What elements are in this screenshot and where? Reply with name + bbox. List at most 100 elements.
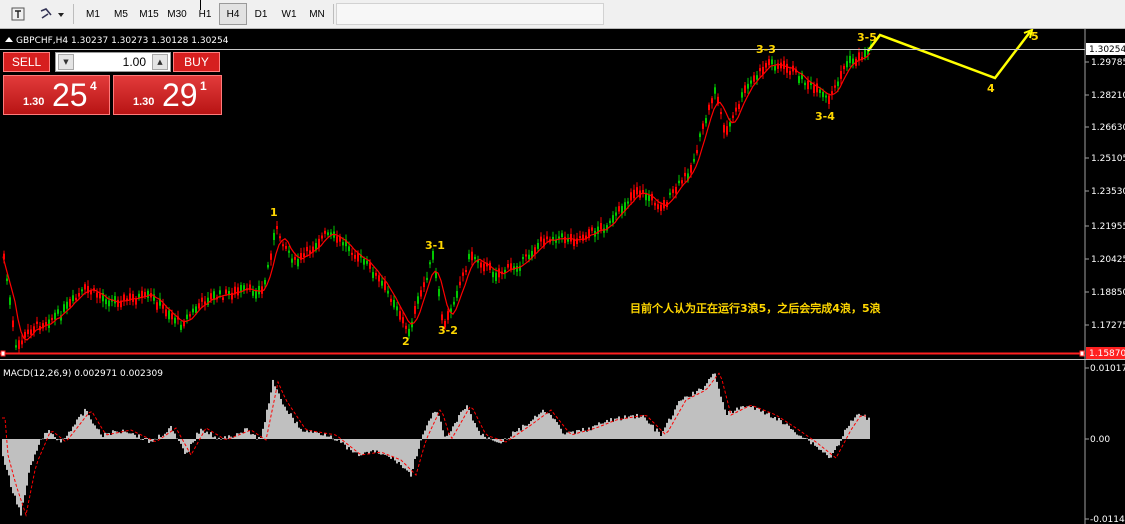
macd-bar bbox=[440, 421, 442, 439]
macd-bar bbox=[378, 439, 380, 454]
wave-label-5: 5 bbox=[1031, 30, 1039, 43]
macd-bar bbox=[808, 439, 810, 441]
macd-bar bbox=[406, 439, 408, 471]
sell-price-display[interactable]: 1.30 25 4 bbox=[3, 75, 110, 115]
candle bbox=[843, 65, 845, 70]
macd-bar bbox=[222, 438, 224, 439]
candle bbox=[258, 285, 260, 295]
candle bbox=[714, 87, 716, 94]
tab-d1[interactable]: D1 bbox=[247, 3, 275, 25]
candle bbox=[441, 314, 443, 321]
tab-m30[interactable]: M30 bbox=[163, 3, 191, 25]
macd-bar bbox=[582, 427, 584, 439]
candle bbox=[840, 71, 842, 79]
macd-bar bbox=[32, 439, 34, 462]
macd-bar bbox=[754, 409, 756, 439]
macd-bar bbox=[472, 420, 474, 439]
price-axis: 1.29785 1.28210 1.26630 1.25105 1.23530 1.219… bbox=[1085, 58, 1125, 331]
candle bbox=[438, 288, 440, 297]
lot-size-control: ▼ ▲ bbox=[55, 52, 171, 72]
tab-m5[interactable]: M5 bbox=[107, 3, 135, 25]
candle bbox=[252, 290, 254, 296]
candle bbox=[702, 123, 704, 129]
macd-bar bbox=[192, 439, 194, 443]
candle bbox=[372, 272, 374, 278]
candle bbox=[750, 80, 752, 84]
tab-h4[interactable]: H4 bbox=[219, 3, 247, 25]
macd-bar bbox=[740, 406, 742, 439]
chart-annotation: 目前个人认为正在运行3浪5，之后会完成4浪，5浪 bbox=[630, 301, 881, 315]
tab-w1[interactable]: W1 bbox=[275, 3, 303, 25]
macd-bar bbox=[308, 432, 310, 439]
candle bbox=[393, 299, 395, 308]
wave-label-3-5: 3-5 bbox=[857, 31, 877, 44]
buy-price-display[interactable]: 1.30 29 1 bbox=[113, 75, 222, 115]
macd-bar bbox=[708, 378, 710, 439]
macd-bar bbox=[716, 381, 718, 439]
macd-bar bbox=[442, 430, 444, 439]
lot-decrease-button[interactable]: ▼ bbox=[58, 54, 74, 70]
macd-bar bbox=[652, 424, 654, 439]
toolbar-spacer bbox=[336, 3, 604, 25]
macd-bar bbox=[274, 386, 276, 439]
candle bbox=[753, 75, 755, 82]
macd-bar bbox=[382, 439, 384, 455]
candle bbox=[417, 296, 419, 304]
candle bbox=[453, 301, 455, 305]
macd-bar bbox=[866, 419, 868, 439]
candle bbox=[642, 190, 644, 193]
sell-button[interactable]: SELL bbox=[3, 52, 50, 72]
candle bbox=[363, 258, 365, 265]
macd-axis: 0.010175 0.00 -0.011437 bbox=[1085, 364, 1125, 524]
macd-bar bbox=[640, 416, 642, 439]
collapse-arrow-icon[interactable] bbox=[5, 37, 13, 42]
bottom-line-handle-left[interactable] bbox=[0, 350, 6, 357]
lot-size-input[interactable] bbox=[76, 54, 148, 70]
candle bbox=[105, 299, 107, 305]
macd-bar bbox=[702, 389, 704, 439]
macd-bar bbox=[658, 431, 660, 439]
candle bbox=[690, 164, 692, 173]
text-tool-button[interactable] bbox=[8, 3, 28, 25]
candle bbox=[423, 282, 425, 288]
tab-mn[interactable]: MN bbox=[303, 3, 331, 25]
candle bbox=[336, 236, 338, 243]
macd-bar bbox=[284, 406, 286, 439]
candle bbox=[789, 70, 791, 75]
macd-bar bbox=[646, 420, 648, 439]
objects-tool-button[interactable] bbox=[36, 3, 68, 25]
candle bbox=[720, 112, 722, 115]
macd-bar bbox=[628, 416, 630, 439]
macd-bar bbox=[560, 428, 562, 439]
candle bbox=[681, 180, 683, 184]
candle bbox=[198, 303, 200, 309]
tab-m1[interactable]: M1 bbox=[79, 3, 107, 25]
macd-bar bbox=[660, 436, 662, 439]
macd-chart[interactable]: MACD(12,26,9) 0.002971 0.002309 0.010175… bbox=[0, 360, 1125, 524]
candle bbox=[132, 294, 134, 302]
tab-m15[interactable]: M15 bbox=[135, 3, 163, 25]
tab-h1[interactable]: H1 bbox=[191, 3, 219, 25]
macd-bar bbox=[704, 385, 706, 439]
macd-bar bbox=[530, 421, 532, 439]
macd-bar bbox=[302, 431, 304, 439]
bottom-line-handle-right[interactable] bbox=[1079, 350, 1085, 357]
macd-bar bbox=[16, 439, 18, 505]
lot-increase-button[interactable]: ▲ bbox=[152, 54, 168, 70]
candle bbox=[471, 251, 473, 261]
candle bbox=[426, 277, 428, 281]
macd-bar bbox=[176, 438, 178, 439]
macd-bar bbox=[214, 436, 216, 439]
macd-bar bbox=[174, 433, 176, 439]
candle bbox=[516, 265, 518, 272]
macd-bar bbox=[546, 413, 548, 439]
candle bbox=[831, 91, 833, 94]
macd-bar bbox=[710, 377, 712, 439]
macd-bar bbox=[184, 439, 186, 454]
buy-button[interactable]: BUY bbox=[173, 52, 220, 72]
macd-bar bbox=[798, 435, 800, 439]
price-axis-label: 1.21955 bbox=[1091, 222, 1125, 232]
macd-bar bbox=[832, 439, 834, 453]
candle bbox=[678, 180, 680, 184]
candle bbox=[834, 85, 836, 88]
